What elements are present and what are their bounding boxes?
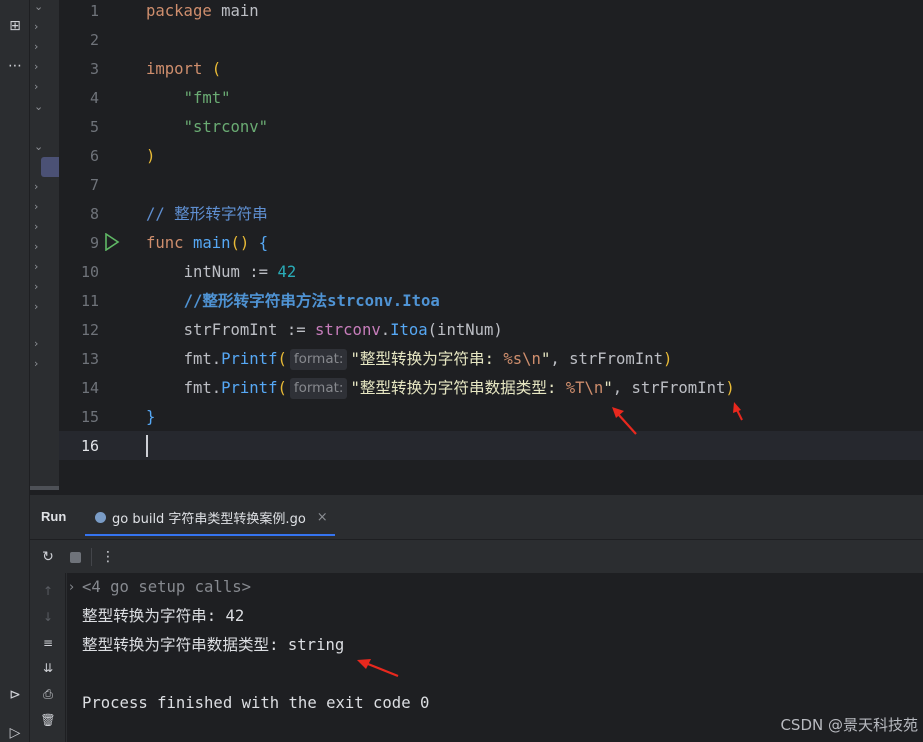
code-line: "strconv" [183, 118, 269, 136]
tree-selected-item[interactable] [41, 157, 59, 177]
soft-wrap-icon[interactable]: ≡ [39, 634, 57, 652]
code-line: import ( [146, 60, 222, 78]
code-line: package main [146, 2, 259, 20]
down-icon[interactable]: ↓ [39, 608, 57, 626]
code-line: } [146, 408, 156, 426]
line-number: 13 [80, 350, 99, 368]
chevron-down-icon[interactable]: ⌄ [34, 0, 43, 13]
line-number-current: 16 [80, 437, 99, 455]
chevron-right-icon[interactable]: › [34, 220, 38, 233]
horizontal-scrollbar[interactable] [30, 486, 59, 490]
trash-icon[interactable]: 🗑 [39, 711, 57, 729]
parameter-hint: format: [289, 349, 348, 370]
current-line-highlight [59, 431, 923, 460]
chevron-right-icon[interactable]: › [34, 40, 38, 53]
chevron-right-icon[interactable]: › [34, 240, 38, 253]
line-number: 3 [89, 60, 99, 78]
go-file-icon [95, 512, 106, 523]
code-line: "fmt" [183, 89, 231, 107]
code-line: ) [146, 147, 156, 165]
chevron-right-icon[interactable]: › [34, 80, 38, 93]
print-icon[interactable]: ⎙ [39, 685, 57, 703]
stop-icon[interactable] [66, 548, 84, 566]
line-number: 14 [80, 379, 99, 397]
code-line: intNum := 42 [183, 263, 297, 281]
line-number-gutter: 1 2 3 4 5 6 7 8 9 10 11 12 13 14 15 16 [59, 0, 131, 470]
chevron-right-icon[interactable]: › [34, 337, 38, 350]
watermark: CSDN @景天科技苑 [780, 716, 918, 734]
console-line: 整型转换为字符串数据类型: string [82, 636, 345, 654]
chevron-right-icon[interactable]: › [34, 357, 38, 370]
services-icon[interactable]: ⊳ [0, 683, 30, 707]
code-line: //整形转字符串方法strconv.Itoa [183, 292, 440, 310]
project-tree: ⌄ › › › › ⌄ ⌄ › › › › › › › › › [30, 0, 59, 490]
code-line: fmt.Printf(format: "整型转换为字符串数据类型: %T\n", … [183, 378, 735, 399]
line-number: 4 [89, 89, 99, 107]
more-icon[interactable]: ⋯ [0, 54, 30, 78]
scroll-to-end-icon[interactable]: ⇊ [39, 659, 57, 677]
left-tool-strip: ⊞ ⋯ ⊳ ▷ [0, 0, 30, 742]
line-number: 2 [89, 31, 99, 49]
run-panel: Run go build 字符串类型转换案例.go × ↻ ⋮ ↑ ↓ ≡ ⇊ … [30, 495, 923, 742]
chevron-down-icon[interactable]: ⌄ [34, 100, 43, 113]
line-number: 9 [89, 234, 99, 252]
line-number: 1 [89, 2, 99, 20]
toolbar-divider [91, 548, 92, 566]
code-editor[interactable]: 1 2 3 4 5 6 7 8 9 10 11 12 13 14 15 16 p… [59, 0, 923, 470]
code-line: fmt.Printf(format: "整型转换为字符串: %s\n", strF… [183, 349, 673, 370]
line-number: 7 [89, 176, 99, 194]
chevron-right-icon[interactable]: › [34, 280, 38, 293]
rerun-icon[interactable]: ↻ [39, 548, 57, 566]
text-caret [146, 435, 148, 457]
up-icon[interactable]: ↑ [39, 582, 57, 600]
tab-run-config[interactable]: go build 字符串类型转换案例.go × [85, 501, 335, 536]
structure-icon[interactable]: ⊞ [0, 14, 30, 38]
line-number: 15 [80, 408, 99, 426]
line-number: 12 [80, 321, 99, 339]
line-number: 10 [80, 263, 99, 281]
chevron-right-icon[interactable]: › [34, 180, 38, 193]
tab-label: go build 字符串类型转换案例.go [112, 512, 306, 527]
chevron-right-icon[interactable]: › [34, 200, 38, 213]
code-line: strFromInt := strconv.Itoa(intNum) [183, 321, 503, 339]
line-number: 5 [89, 118, 99, 136]
chevron-right-icon[interactable]: › [34, 300, 38, 313]
console-action-strip: ↑ ↓ ≡ ⇊ ⎙ 🗑 [30, 573, 66, 742]
run-panel-title: Run [41, 509, 67, 524]
code-line: func main() { [146, 234, 269, 252]
parameter-hint: format: [289, 378, 348, 399]
chevron-right-icon[interactable]: › [34, 20, 38, 33]
code-line: // 整形转字符串 [146, 205, 268, 223]
line-number: 8 [89, 205, 99, 223]
console-line[interactable]: <4 go setup calls> [82, 573, 251, 602]
line-number: 6 [89, 147, 99, 165]
chevron-down-icon[interactable]: ⌄ [34, 140, 43, 153]
chevron-right-icon[interactable]: › [34, 260, 38, 273]
console-line: Process finished with the exit code 0 [82, 694, 430, 712]
chevron-right-icon[interactable]: › [34, 60, 38, 73]
run-gutter-icon[interactable] [104, 233, 120, 251]
close-icon[interactable]: × [317, 510, 328, 525]
fold-chevron-icon[interactable]: › [69, 580, 74, 595]
run-toolbar: ↻ ⋮ [30, 540, 923, 573]
run-tab-bar: Run go build 字符串类型转换案例.go × [30, 495, 923, 540]
run-icon[interactable]: ▷ [0, 721, 30, 742]
console-line: 整型转换为字符串: 42 [82, 607, 245, 625]
more-vertical-icon[interactable]: ⋮ [99, 548, 117, 566]
line-number: 11 [80, 292, 99, 310]
